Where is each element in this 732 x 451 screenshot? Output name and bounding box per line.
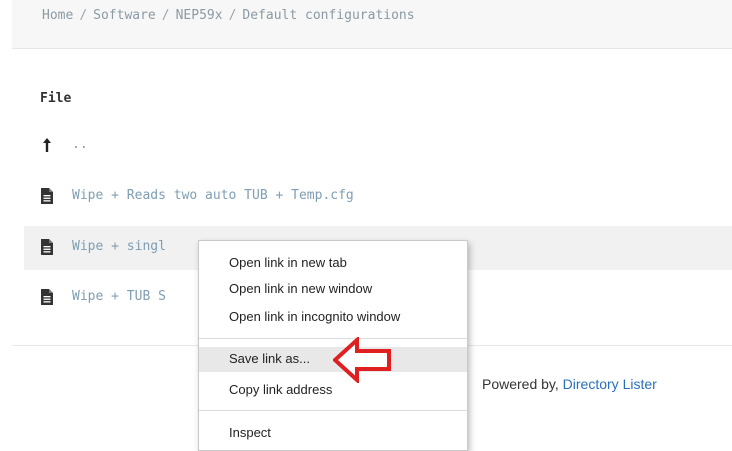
footer-prefix: Powered by, [482, 376, 559, 392]
footer: Powered by, Directory Lister [482, 376, 657, 392]
menu-item-label: Open link in new window [229, 281, 373, 296]
file-column-header[interactable]: File [40, 91, 71, 106]
menu-item-inspect[interactable]: Inspect [199, 421, 467, 446]
file-icon [41, 239, 53, 255]
menu-item-label: Save link as... [229, 351, 310, 366]
up-arrow-icon [43, 138, 51, 152]
list-item-label: .. [72, 137, 88, 152]
menu-item-label: Open link in new tab [229, 255, 347, 270]
menu-item-label: Copy link address [229, 382, 333, 397]
breadcrumb-separator: / [79, 8, 88, 23]
menu-item-open-new-tab[interactable]: Open link in new tab [199, 251, 467, 276]
menu-item-label: Open link in incognito window [229, 309, 401, 324]
menu-item-open-new-window[interactable]: Open link in new window [199, 277, 467, 302]
red-arrow-icon [333, 337, 391, 383]
file-link[interactable]: Wipe + TUB S [72, 289, 166, 304]
breadcrumb-software[interactable]: Software [93, 8, 156, 23]
breadcrumb-separator: / [228, 8, 237, 23]
list-item-parent-directory[interactable]: .. [24, 124, 732, 168]
breadcrumb-bar: Home / Software / NEP59x / Default configurati… [12, 0, 732, 49]
breadcrumb: Home / Software / NEP59x / Default configurati… [42, 8, 415, 23]
file-icon [41, 289, 53, 305]
menu-item-open-incognito[interactable]: Open link in incognito window [199, 305, 467, 330]
file-link[interactable]: Wipe + Reads two auto TUB + Temp.cfg [72, 188, 354, 203]
breadcrumb-default-configurations: Default configurations [242, 8, 415, 23]
file-icon [41, 188, 53, 204]
menu-separator [199, 410, 467, 411]
file-link[interactable]: Wipe + singl [72, 239, 166, 254]
list-item[interactable]: Wipe + Reads two auto TUB + Temp.cfg [24, 175, 732, 219]
menu-item-label: Inspect [229, 425, 271, 440]
breadcrumb-separator: / [161, 8, 170, 23]
directory-lister-link[interactable]: Directory Lister [563, 376, 657, 392]
breadcrumb-nep59x[interactable]: NEP59x [176, 8, 223, 23]
breadcrumb-home[interactable]: Home [42, 8, 73, 23]
